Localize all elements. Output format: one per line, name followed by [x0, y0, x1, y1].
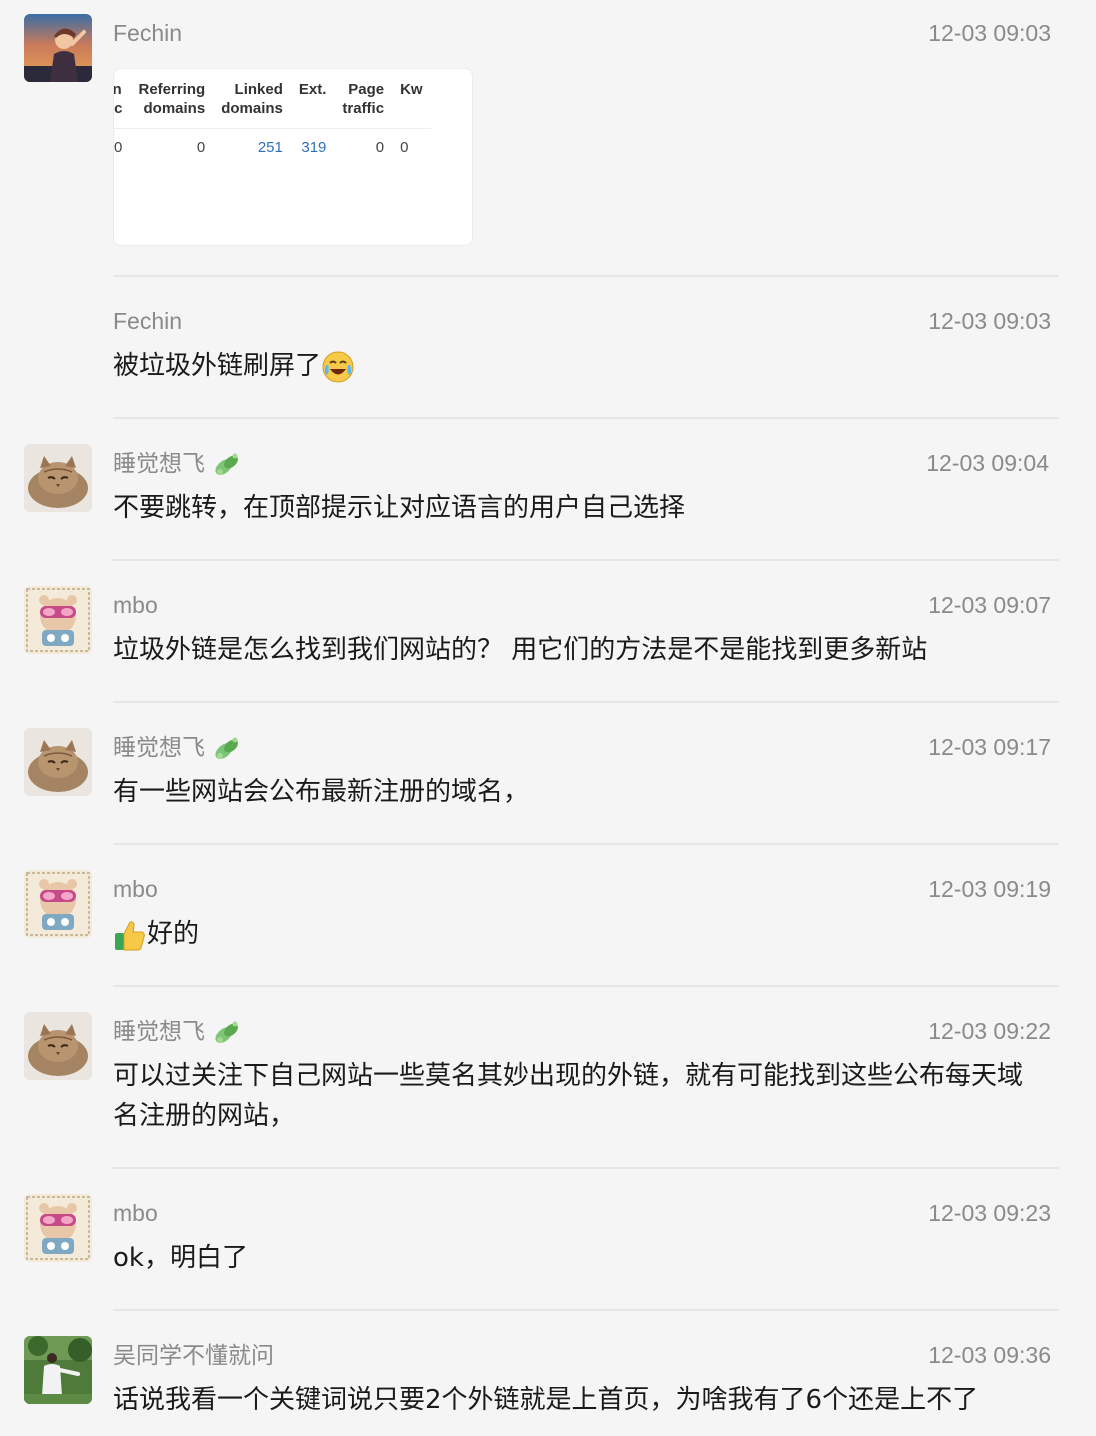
- message-timestamp: 12-03 09:22: [928, 1018, 1051, 1044]
- sunset-portrait-avatar[interactable]: [24, 14, 92, 82]
- message-timestamp: 12-03 09:03: [928, 20, 1051, 46]
- table-cell: 0: [400, 139, 409, 156]
- table-cell: 0: [375, 139, 385, 156]
- crying-laughing-emoji: [321, 350, 355, 384]
- message-timestamp: 12-03 09:19: [928, 876, 1051, 902]
- message-timestamp: 12-03 09:07: [928, 592, 1051, 618]
- message-text: 好的: [113, 914, 1053, 954]
- column-header: Page traffic: [334, 77, 393, 129]
- message-text: 垃圾外链是怎么找到我们网站的？ 用它们的方法是不是能找到更多新站: [113, 635, 928, 665]
- cat-avatar[interactable]: [24, 1012, 92, 1080]
- sender-name[interactable]: 吴同学不懂就问: [113, 1340, 274, 1370]
- message-divider: [113, 417, 1059, 419]
- message-text: 话说我看一个关键词说只要2个外链就是上首页，为啥我有了6个还是上不了: [113, 1385, 979, 1415]
- sender-name[interactable]: Fechin: [113, 306, 182, 336]
- table-cell: 0: [114, 139, 123, 156]
- message-divider: [113, 559, 1059, 561]
- message-divider: [113, 843, 1059, 845]
- leaf-icon: [211, 1018, 241, 1048]
- message-text: 可以过关注下自己网站一些莫名其妙出现的外链，就有可能找到这些公布每天域名注册的网…: [113, 1061, 1024, 1131]
- message-text: 不要跳转，在顶部提示让对应语言的用户自己选择: [113, 493, 686, 523]
- sender-name-text: 睡觉想飞: [113, 734, 205, 760]
- message-divider: [113, 275, 1059, 277]
- shared-screenshot-image[interactable]: ain ffic Referring domains Linked domain…: [113, 68, 473, 246]
- message-timestamp: 12-03 09:36: [928, 1342, 1051, 1368]
- column-header: Ext.: [290, 77, 335, 129]
- sender-name[interactable]: mbo: [113, 874, 158, 904]
- message-body: 被垃圾外链刷屏了: [113, 351, 322, 381]
- sender-name[interactable]: 睡觉想飞: [113, 732, 241, 764]
- column-header: ain ffic: [114, 77, 131, 129]
- leaf-icon: [211, 734, 241, 764]
- table-cell: 0: [196, 139, 206, 156]
- message-text: 被垃圾外链刷屏了: [113, 346, 1053, 386]
- cat-avatar[interactable]: [24, 444, 92, 512]
- table-row: 0 0 251 319 0 0: [114, 129, 431, 167]
- message-timestamp: 12-03 09:04: [926, 450, 1049, 476]
- table-cell-link: 251: [257, 139, 283, 156]
- sender-name-text: 睡觉想飞: [113, 450, 205, 476]
- column-header: Kw: [392, 77, 431, 129]
- sender-name[interactable]: 睡觉想飞: [113, 1016, 241, 1048]
- bear-goggles-avatar[interactable]: [24, 586, 92, 654]
- bear-goggles-avatar[interactable]: [24, 870, 92, 938]
- message-text: ok，明白了: [113, 1243, 248, 1273]
- sender-name[interactable]: mbo: [113, 1198, 158, 1228]
- message-divider: [113, 1309, 1059, 1311]
- thumbs-up-emoji: [113, 918, 147, 952]
- outdoor-person-avatar[interactable]: [24, 1336, 92, 1404]
- sender-name[interactable]: mbo: [113, 590, 158, 620]
- sender-name[interactable]: Fechin: [113, 18, 182, 48]
- screenshot-table: ain ffic Referring domains Linked domain…: [114, 77, 431, 167]
- sender-name-text: 睡觉想飞: [113, 1018, 205, 1044]
- cat-avatar[interactable]: [24, 728, 92, 796]
- message-divider: [113, 1167, 1059, 1169]
- message-timestamp: 12-03 09:17: [928, 734, 1051, 760]
- bear-goggles-avatar[interactable]: [24, 1194, 92, 1262]
- leaf-icon: [211, 450, 241, 480]
- message-divider: [113, 985, 1059, 987]
- message-timestamp: 12-03 09:23: [928, 1200, 1051, 1226]
- message-text: 有一些网站会公布最新注册的域名，: [113, 777, 530, 807]
- column-header: Referring domains: [130, 77, 214, 129]
- message-body: 好的: [147, 919, 200, 949]
- message-divider: [113, 701, 1059, 703]
- sender-name[interactable]: 睡觉想飞: [113, 448, 241, 480]
- column-header: Linked domains: [213, 77, 291, 129]
- table-cell-link: 319: [301, 139, 327, 156]
- message-timestamp: 12-03 09:03: [928, 308, 1051, 334]
